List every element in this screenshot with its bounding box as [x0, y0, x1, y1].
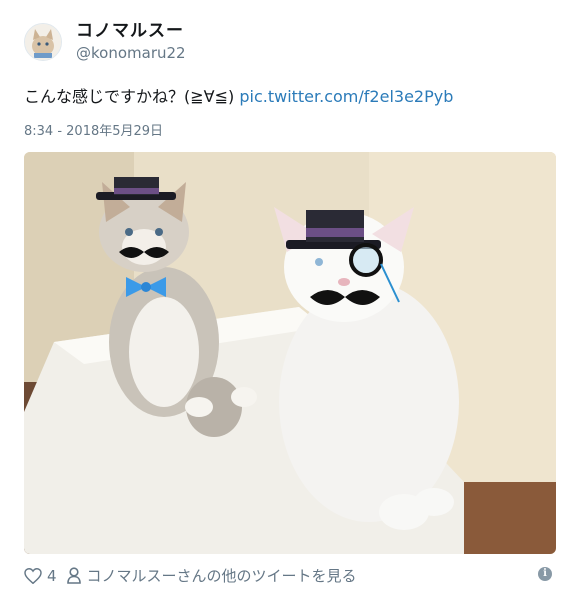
tweet-timestamp[interactable]: 8:34 - 2018年5月29日: [24, 120, 163, 139]
tweet-text: こんな感じですかね？(≧∀≦) pic.twitter.com/f2el3e2P…: [24, 86, 453, 108]
more-tweets-link[interactable]: コノマルスーさんの他のツイートを見る: [66, 565, 357, 586]
author-display-name[interactable]: コノマルスー: [76, 20, 186, 42]
avatar[interactable]: [24, 22, 62, 61]
tweet-header: コノマルスー @konomaru22: [24, 20, 186, 63]
author-handle[interactable]: @konomaru22: [76, 43, 186, 63]
more-tweets-label: コノマルスーさんの他のツイートを見る: [86, 567, 357, 585]
person-icon: [66, 567, 81, 584]
avatar-cat-image: [25, 23, 61, 60]
info-icon[interactable]: i: [538, 567, 552, 581]
like-count: 4: [47, 566, 57, 585]
tweet-body: こんな感じですかね？(≧∀≦): [24, 87, 240, 106]
like-button[interactable]: 4: [24, 567, 57, 585]
heart-icon: [24, 567, 42, 584]
author-names: コノマルスー @konomaru22: [76, 20, 186, 63]
embedded-tweet: コノマルスー @konomaru22 こんな感じですかね？(≧∀≦) pic.t…: [0, 0, 581, 599]
tweet-footer: 4 コノマルスーさんの他のツイートを見る i: [24, 565, 556, 586]
tweet-photo[interactable]: [24, 152, 556, 554]
cats-photo-illustration: [24, 152, 556, 554]
tweet-pic-link[interactable]: pic.twitter.com/f2el3e2Pyb: [239, 87, 453, 106]
